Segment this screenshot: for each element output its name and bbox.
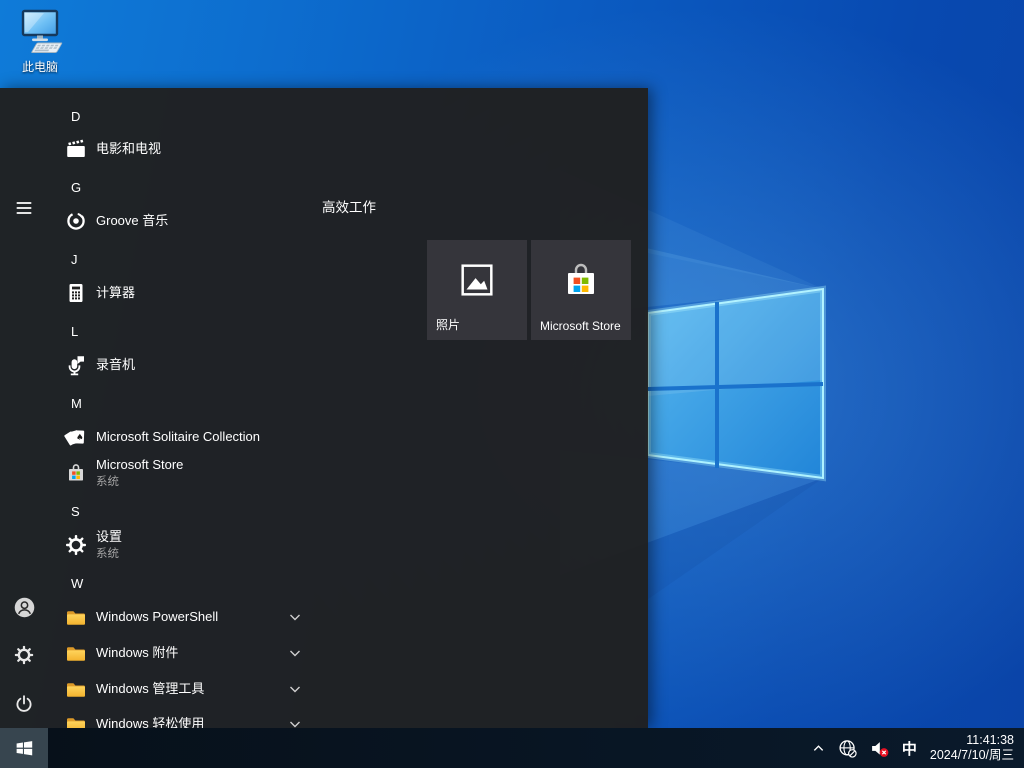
ime-indicator[interactable]: 中 bbox=[902, 738, 917, 759]
desktop-icon-this-pc[interactable]: 此电脑 bbox=[11, 7, 69, 75]
section-header-d[interactable]: D bbox=[48, 104, 351, 128]
app-item-label: 录音机 bbox=[96, 357, 135, 373]
folder-item-label: Windows PowerShell bbox=[96, 609, 218, 625]
hamburger-icon bbox=[14, 198, 34, 218]
app-item-label: Microsoft Solitaire Collection bbox=[96, 429, 260, 445]
app-item-sublabel: 系统 bbox=[96, 474, 183, 490]
app-item-groove-music[interactable]: Groove 音乐 bbox=[48, 203, 334, 239]
app-item-sublabel: 系统 bbox=[96, 546, 122, 562]
gear-icon bbox=[13, 644, 35, 666]
app-item-microsoft-store[interactable]: Microsoft Store 系统 bbox=[48, 451, 334, 495]
section-header-l[interactable]: L bbox=[48, 319, 351, 343]
app-item-label: 计算器 bbox=[96, 285, 135, 301]
folder-item-label: Windows 轻松使用 bbox=[96, 716, 204, 728]
this-pc-icon bbox=[15, 7, 65, 57]
section-header-j[interactable]: J bbox=[48, 247, 351, 271]
store-icon bbox=[64, 461, 88, 485]
show-hidden-icons-button[interactable] bbox=[812, 742, 825, 755]
expand-menu-button[interactable] bbox=[0, 188, 48, 228]
network-globe-offline-icon bbox=[838, 739, 857, 758]
section-letter: L bbox=[71, 324, 78, 339]
volume-button[interactable] bbox=[870, 739, 889, 758]
chevron-down-icon[interactable] bbox=[288, 717, 302, 728]
start-menu: D 电影和电视 G Groove 音乐 J bbox=[0, 88, 648, 728]
section-header-s[interactable]: S bbox=[48, 499, 351, 523]
taskbar-clock[interactable]: 11:41:38 2024/7/10/周三 bbox=[930, 733, 1014, 763]
app-item-solitaire[interactable]: ♠ Microsoft Solitaire Collection bbox=[48, 419, 334, 455]
tile-microsoft-store[interactable]: Microsoft Store bbox=[531, 240, 631, 340]
section-header-m[interactable]: M bbox=[48, 391, 351, 415]
calculator-icon bbox=[64, 281, 88, 305]
photos-icon bbox=[456, 259, 498, 301]
movies-tv-icon bbox=[64, 137, 88, 161]
start-menu-rail bbox=[0, 88, 48, 728]
folder-icon bbox=[64, 605, 88, 629]
clock-time: 11:41:38 bbox=[930, 733, 1014, 748]
app-item-label: Microsoft Store 系统 bbox=[96, 457, 183, 490]
app-item-calculator[interactable]: 计算器 bbox=[48, 275, 334, 311]
chevron-up-icon bbox=[812, 742, 825, 755]
user-account-button[interactable] bbox=[0, 587, 48, 627]
app-item-label: 电影和电视 bbox=[96, 141, 161, 157]
voice-recorder-icon bbox=[64, 353, 88, 377]
chevron-down-icon[interactable] bbox=[288, 610, 302, 624]
app-item-label: Groove 音乐 bbox=[96, 213, 168, 229]
section-letter: G bbox=[71, 180, 81, 195]
folder-item-label: Windows 附件 bbox=[96, 645, 178, 661]
section-letter: J bbox=[71, 252, 78, 267]
folder-item-windows-accessories[interactable]: Windows 附件 bbox=[48, 635, 334, 671]
tile-label: 照片 bbox=[436, 316, 460, 333]
taskbar: 中 11:41:38 2024/7/10/周三 bbox=[0, 728, 1024, 768]
tile-label: Microsoft Store bbox=[540, 319, 621, 333]
folder-icon bbox=[64, 712, 88, 728]
folder-icon bbox=[64, 641, 88, 665]
windows-logo-icon bbox=[14, 738, 35, 759]
section-header-g[interactable]: G bbox=[48, 175, 351, 199]
section-letter: M bbox=[71, 396, 82, 411]
groove-music-icon bbox=[64, 209, 88, 233]
app-item-title: 设置 bbox=[96, 529, 122, 545]
store-icon bbox=[559, 258, 603, 302]
power-button[interactable] bbox=[0, 684, 48, 724]
folder-item-windows-admin-tools[interactable]: Windows 管理工具 bbox=[48, 671, 334, 707]
system-tray: 中 11:41:38 2024/7/10/周三 bbox=[812, 728, 1024, 768]
power-icon bbox=[13, 693, 35, 715]
app-item-settings[interactable]: 设置 系统 bbox=[48, 523, 334, 567]
user-avatar-icon bbox=[13, 596, 36, 619]
folder-item-windows-powershell[interactable]: Windows PowerShell bbox=[48, 599, 334, 635]
volume-muted-icon bbox=[870, 739, 889, 758]
folder-item-label: Windows 管理工具 bbox=[96, 681, 204, 697]
section-letter: D bbox=[71, 109, 80, 124]
section-letter: S bbox=[71, 504, 80, 519]
folder-icon bbox=[64, 677, 88, 701]
tile-photos[interactable]: 照片 bbox=[427, 240, 527, 340]
start-menu-app-list: D 电影和电视 G Groove 音乐 J bbox=[48, 88, 348, 728]
section-letter: W bbox=[71, 576, 83, 591]
chevron-down-icon[interactable] bbox=[288, 646, 302, 660]
app-item-title: Microsoft Store bbox=[96, 457, 183, 473]
start-button[interactable] bbox=[0, 728, 48, 768]
settings-button[interactable] bbox=[0, 635, 48, 675]
section-header-w[interactable]: W bbox=[48, 571, 351, 595]
folder-item-windows-ease-of-access[interactable]: Windows 轻松使用 bbox=[48, 706, 334, 728]
clock-date: 2024/7/10/周三 bbox=[930, 748, 1014, 763]
app-item-movies-tv[interactable]: 电影和电视 bbox=[48, 131, 334, 167]
app-item-voice-recorder[interactable]: 录音机 bbox=[48, 347, 334, 383]
gear-icon bbox=[64, 533, 88, 557]
svg-text:♠: ♠ bbox=[76, 433, 84, 443]
app-item-label: 设置 系统 bbox=[96, 529, 122, 562]
chevron-down-icon[interactable] bbox=[288, 682, 302, 696]
desktop-icon-label: 此电脑 bbox=[22, 58, 58, 75]
tile-group-title[interactable]: 高效工作 bbox=[322, 196, 376, 216]
solitaire-icon: ♠ bbox=[64, 425, 88, 449]
network-status-button[interactable] bbox=[838, 739, 857, 758]
